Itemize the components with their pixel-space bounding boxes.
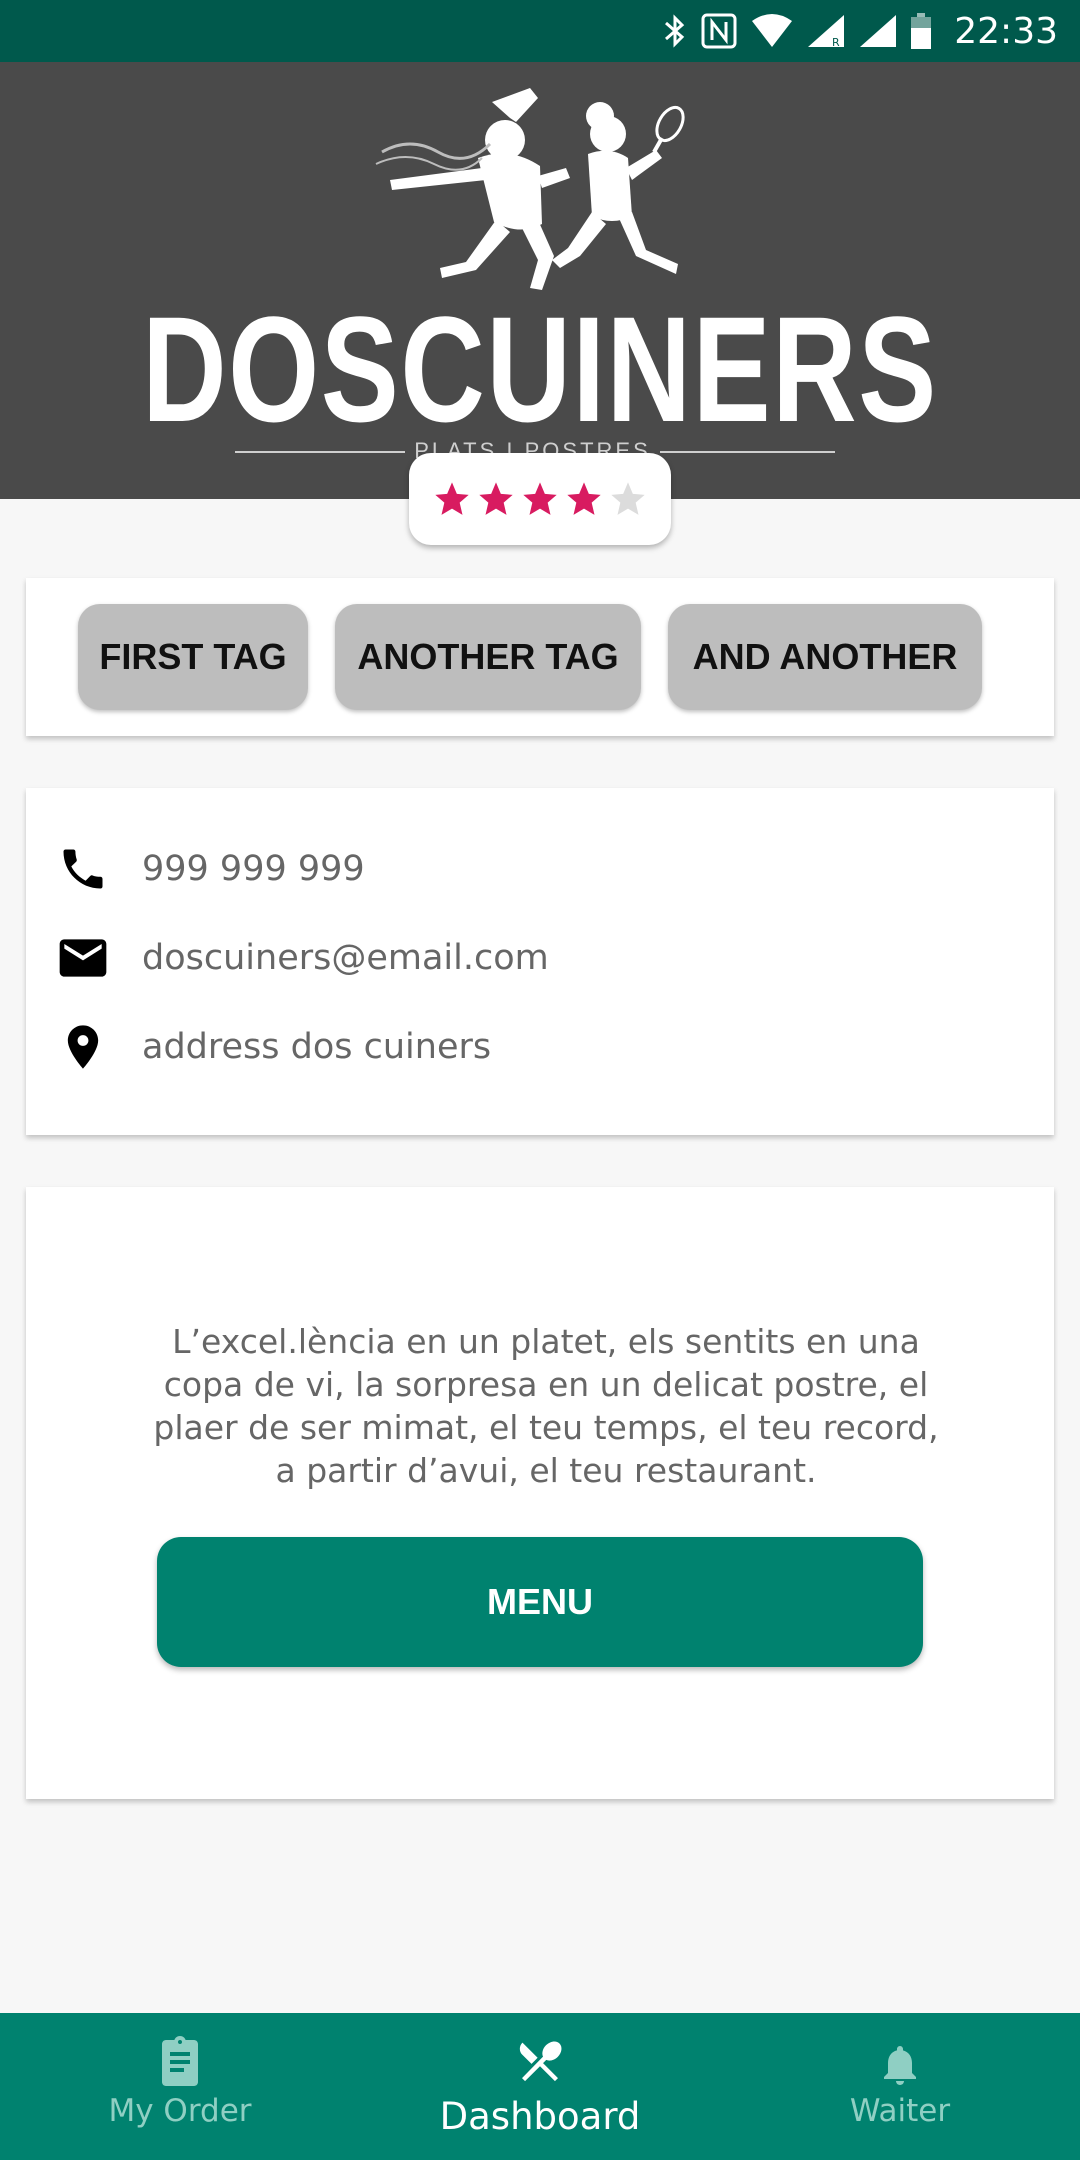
phone-row[interactable]: 999 999 999 — [0, 829, 1080, 909]
star-filled-icon — [520, 479, 560, 519]
star-filled-icon — [476, 479, 516, 519]
nfc-icon — [700, 12, 738, 50]
tag-chip[interactable]: ANOTHER TAG — [335, 604, 641, 710]
phone-icon — [55, 841, 111, 897]
logo-divider — [235, 451, 405, 453]
battery-icon — [910, 12, 932, 50]
tag-chip[interactable]: AND ANOTHER — [668, 604, 982, 710]
signal-roaming-icon: R — [806, 13, 846, 49]
wifi-icon — [750, 13, 794, 49]
email-address: doscuiners@email.com — [142, 938, 549, 978]
bluetooth-icon — [662, 13, 688, 49]
nav-dashboard-label: Dashboard — [439, 2095, 641, 2138]
restaurant-header-banner: DOSCUINERS PLATS I POSTRES — [0, 62, 1080, 499]
location-pin-icon — [55, 1019, 111, 1075]
nav-dashboard[interactable]: Dashboard — [420, 2013, 660, 2160]
restaurant-description: L’excel.lència en un platet, els sentits… — [153, 1322, 939, 1490]
clipboard-icon — [156, 2033, 204, 2089]
nav-waiter[interactable]: Waiter — [800, 2013, 1000, 2160]
tag-chip[interactable]: FIRST TAG — [78, 604, 308, 710]
nav-my-order[interactable]: My Order — [80, 2013, 280, 2160]
email-icon — [55, 930, 111, 986]
chefs-logo-illustration — [370, 84, 690, 303]
logo-divider — [660, 451, 835, 453]
star-empty-icon — [608, 479, 648, 519]
star-filled-icon — [564, 479, 604, 519]
svg-text:R: R — [832, 36, 840, 49]
menu-button[interactable]: MENU — [157, 1537, 923, 1667]
status-time: 22:33 — [954, 10, 1058, 52]
logo-wordmark: DOSCUINERS — [142, 285, 938, 453]
about-card: L’excel.lència en un platet, els sentits… — [26, 1187, 1054, 1799]
bell-icon — [876, 2033, 924, 2089]
status-icons: R 22:33 — [662, 0, 1058, 62]
tags-card: FIRST TAG ANOTHER TAG AND ANOTHER — [26, 578, 1054, 736]
bottom-navigation: My Order Dashboard Waiter — [0, 2013, 1080, 2160]
address-text: address dos cuiners — [142, 1027, 492, 1067]
rating-stars — [409, 453, 671, 545]
nav-my-order-label: My Order — [108, 2093, 252, 2129]
status-bar: R 22:33 — [0, 0, 1080, 62]
fork-knife-icon — [514, 2033, 566, 2089]
star-filled-icon — [432, 479, 472, 519]
email-row[interactable]: doscuiners@email.com — [0, 918, 1080, 998]
signal-icon — [858, 13, 898, 49]
address-row[interactable]: address dos cuiners — [0, 1007, 1080, 1087]
nav-waiter-label: Waiter — [849, 2093, 951, 2129]
phone-number: 999 999 999 — [142, 849, 365, 889]
